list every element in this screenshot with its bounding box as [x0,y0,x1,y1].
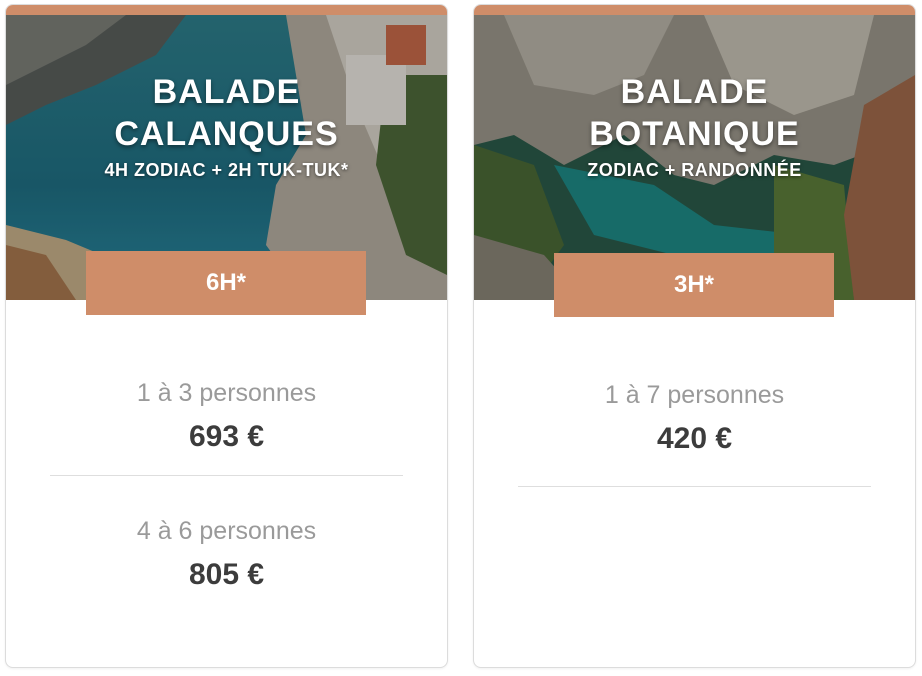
tier-people: 4 à 6 personnes [136,517,317,545]
price-tier: 1 à 3 personnes 693 € [6,377,447,457]
offer-card-balade-calanques[interactable]: BALADE CALANQUES 4H ZODIAC + 2H TUK-TUK*… [5,4,448,668]
card-title-line2: BOTANIQUE [589,115,800,153]
card-title-line2: CALANQUES [114,115,339,153]
card-title-line1: BALADE [152,73,301,111]
card-subtitle: ZODIAC + RANDONNÉE [587,160,802,180]
card-title-line1: BALADE [620,73,769,111]
tier-price: 420 € [656,422,733,455]
tier-people: 1 à 7 personnes [604,381,785,409]
duration-badge: 6H* [86,251,366,315]
price-tier: 1 à 7 personnes 420 € [474,379,915,459]
tier-price: 805 € [188,558,265,591]
tier-price: 693 € [188,420,265,453]
price-tier: 4 à 6 personnes 805 € [6,515,447,595]
card-accent-bar [6,5,447,15]
tier-separator [518,486,871,487]
offer-card-balade-botanique[interactable]: BALADE BOTANIQUE ZODIAC + RANDONNÉE 3H* … [473,4,916,668]
card-subtitle: 4H ZODIAC + 2H TUK-TUK* [104,160,349,180]
card-accent-bar [474,5,915,15]
tier-separator [50,475,403,476]
duration-badge: 3H* [554,253,834,317]
tier-people: 1 à 3 personnes [136,379,317,407]
